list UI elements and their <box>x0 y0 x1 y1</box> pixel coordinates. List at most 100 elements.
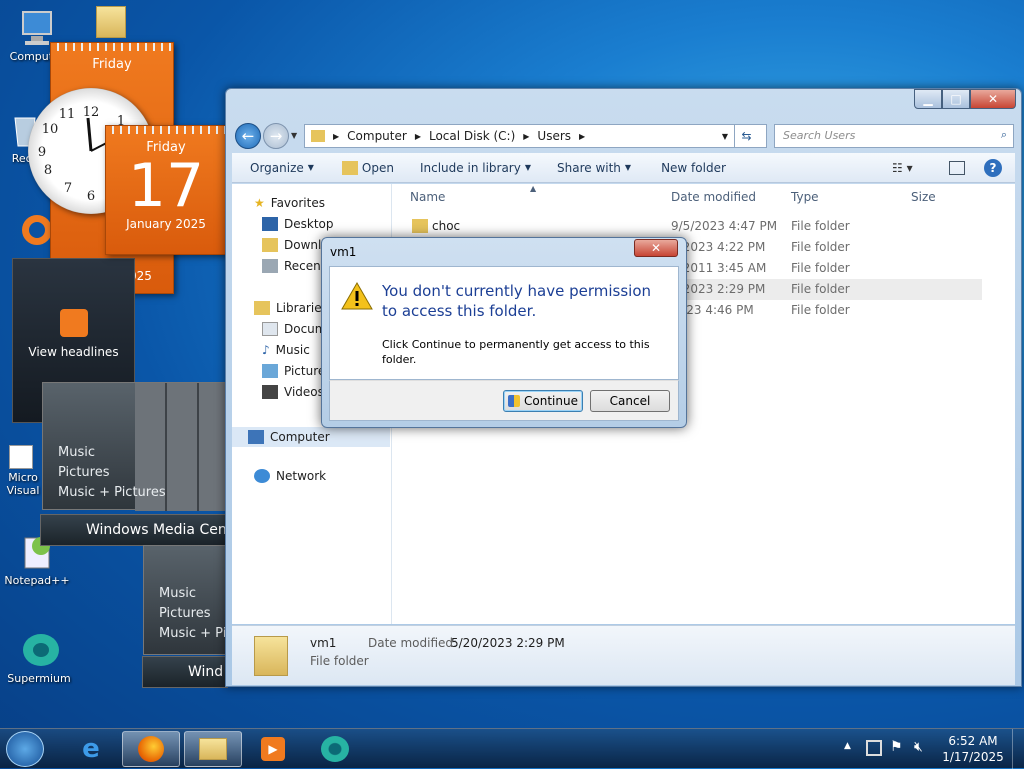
column-header-name[interactable]: Name <box>410 190 445 204</box>
minimize-button[interactable]: ▁ <box>914 89 942 109</box>
share-with-button[interactable]: Share with ▼ <box>557 161 631 175</box>
include-in-library-button[interactable]: Include in library ▼ <box>420 161 531 175</box>
include-label: Include in library <box>419 160 521 175</box>
media-center-gadget[interactable]: Music Pictures Music + Pictures <box>42 382 229 511</box>
new-folder-button[interactable]: New folder <box>661 161 726 175</box>
uac-shield-icon <box>508 395 521 407</box>
column-header-date[interactable]: Date modified <box>671 190 756 204</box>
dialog-heading: You don't currently have permission to a… <box>382 282 652 320</box>
media-item[interactable]: Music <box>159 586 196 601</box>
media-center-title[interactable]: Windows Media Cente <box>40 514 228 546</box>
nav-favorites[interactable]: ★ Favorites <box>254 196 325 210</box>
desktop-icon-label: Notepad++ <box>4 574 70 587</box>
row-type: File folder <box>791 303 850 317</box>
dialog-body: You don't currently have permission to a… <box>329 266 679 380</box>
view-options-icon[interactable]: ☷ ▾ <box>892 161 913 175</box>
media-item[interactable]: Pictures <box>159 606 210 621</box>
new-folder-label: New folder <box>661 160 726 175</box>
search-icon[interactable]: ⌕ <box>1001 128 1007 142</box>
pictures-icon <box>262 364 278 378</box>
maximize-button[interactable]: □ <box>942 89 970 109</box>
svg-text:9: 9 <box>38 145 46 160</box>
close-button[interactable]: ✕ <box>970 89 1016 109</box>
taskbar-media-player-button[interactable]: ▶ <box>244 731 302 767</box>
action-center-flag-icon[interactable]: ⚑ <box>890 739 903 755</box>
chevron-down-icon: ▼ <box>307 163 314 172</box>
forward-button[interactable]: → <box>263 123 289 149</box>
nav-computer[interactable]: Computer <box>232 427 390 447</box>
chevron-right-icon[interactable]: ▶ <box>415 132 421 141</box>
show-desktop-button[interactable] <box>1012 729 1024 769</box>
warning-icon <box>341 281 373 310</box>
details-date-label: Date modified: <box>368 636 458 650</box>
show-hidden-icons-button[interactable]: ▲ <box>844 741 851 751</box>
search-input[interactable]: Search Users ⌕ <box>774 124 1014 148</box>
nav-pictures[interactable]: Picture <box>262 364 325 378</box>
column-header-type[interactable]: Type <box>791 190 819 204</box>
dialog-footer: Continue Cancel <box>329 380 679 421</box>
network-tray-icon[interactable] <box>866 740 882 756</box>
open-button[interactable]: Open <box>341 160 394 175</box>
organize-button[interactable]: Organize ▼ <box>250 161 314 175</box>
refresh-icon[interactable]: ⇆ <box>734 125 758 147</box>
nav-downloads[interactable]: Downlo <box>262 238 329 252</box>
breadcrumb-item[interactable]: Local Disk (C:) <box>429 129 515 143</box>
supermium-icon <box>321 736 349 762</box>
nav-videos[interactable]: Videos <box>262 385 324 399</box>
nav-music[interactable]: ♪ Music <box>262 343 310 357</box>
table-row[interactable]: choc 9/5/2023 4:47 PM File folder <box>392 216 982 237</box>
svg-text:10: 10 <box>42 122 59 137</box>
details-name: vm1 <box>310 636 337 650</box>
folder-icon <box>199 738 227 760</box>
chevron-right-icon[interactable]: ▶ <box>333 132 339 141</box>
nav-documents[interactable]: Docum <box>262 322 326 336</box>
help-icon[interactable]: ? <box>984 158 1002 177</box>
media-item[interactable]: Music <box>58 445 95 460</box>
continue-button[interactable]: Continue <box>503 390 583 412</box>
taskbar-supermium-button[interactable] <box>306 731 364 767</box>
command-bar: Organize ▼ Open Include in library ▼ Share… <box>232 153 1015 183</box>
folder-large-icon <box>254 636 288 676</box>
dialog-close-button[interactable]: ✕ <box>634 239 678 257</box>
nav-label: Recent <box>284 259 326 273</box>
start-button[interactable] <box>6 731 44 767</box>
calendar-gadget-front[interactable]: Friday 17 January 2025 <box>105 125 227 255</box>
folder-icon[interactable] <box>96 6 126 38</box>
nav-network[interactable]: Network <box>254 469 326 483</box>
address-dropdown-icon[interactable]: ▼ <box>722 132 728 141</box>
breadcrumb-item[interactable]: Users <box>537 129 571 143</box>
clock-time: 6:52 AM <box>948 734 998 748</box>
media-item[interactable]: Pictures <box>58 465 109 480</box>
taskbar-explorer-button[interactable] <box>184 731 242 767</box>
permission-dialog[interactable]: vm1 ✕ You don't currently have permissio… <box>321 237 687 428</box>
history-dropdown-icon[interactable]: ▼ <box>291 131 297 140</box>
row-type: File folder <box>791 282 850 296</box>
desktop-icon-supermium[interactable]: Supermium <box>4 630 74 685</box>
preview-pane-icon[interactable] <box>949 160 965 175</box>
media-item[interactable]: Music + Pictures <box>58 485 166 500</box>
cancel-label: Cancel <box>609 394 651 408</box>
media-center-title-text: Windows Media Cente <box>86 522 228 538</box>
nav-libraries[interactable]: Libraries <box>254 301 328 315</box>
cancel-button[interactable]: Cancel <box>590 390 670 412</box>
computer-icon <box>248 430 264 444</box>
taskbar: e ▶ ▲ ⚑ 🔇︎ 6:52 AM 1/17/2025 <box>0 728 1024 769</box>
back-button[interactable]: ← <box>235 123 261 149</box>
media-center-gadget-2[interactable]: Music Pictures Music + Pic <box>143 545 228 655</box>
supermium-icon <box>19 630 59 670</box>
column-header-size[interactable]: Size <box>911 190 936 204</box>
volume-muted-icon[interactable]: 🔇︎ <box>914 739 923 755</box>
taskbar-firefox-button[interactable] <box>122 731 180 767</box>
nav-recent[interactable]: Recent <box>262 259 325 273</box>
breadcrumb-item[interactable]: Computer <box>347 129 407 143</box>
media-center-title-2[interactable]: Wind <box>142 656 228 688</box>
nav-desktop[interactable]: Desktop <box>262 217 334 231</box>
sort-indicator-icon: ▲ <box>530 184 537 193</box>
taskbar-ie-button[interactable]: e <box>62 731 120 767</box>
media-item[interactable]: Music + Pic <box>159 626 227 641</box>
address-bar[interactable]: ▶ Computer ▶ Local Disk (C:) ▶ Users ▶ ▼… <box>304 124 767 148</box>
clock[interactable]: 6:52 AM 1/17/2025 <box>936 733 1010 765</box>
nav-label: Picture <box>284 364 326 378</box>
chevron-right-icon[interactable]: ▶ <box>523 132 529 141</box>
chevron-right-icon[interactable]: ▶ <box>579 132 585 141</box>
